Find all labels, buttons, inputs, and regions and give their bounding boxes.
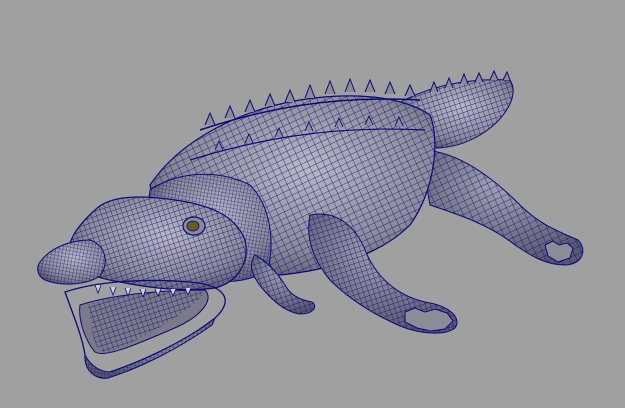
eye <box>186 220 200 232</box>
rear-leg-right <box>419 149 584 266</box>
head <box>37 196 247 379</box>
alligator-wireframe-model[interactable] <box>0 0 625 408</box>
3d-viewport[interactable] <box>0 0 625 408</box>
